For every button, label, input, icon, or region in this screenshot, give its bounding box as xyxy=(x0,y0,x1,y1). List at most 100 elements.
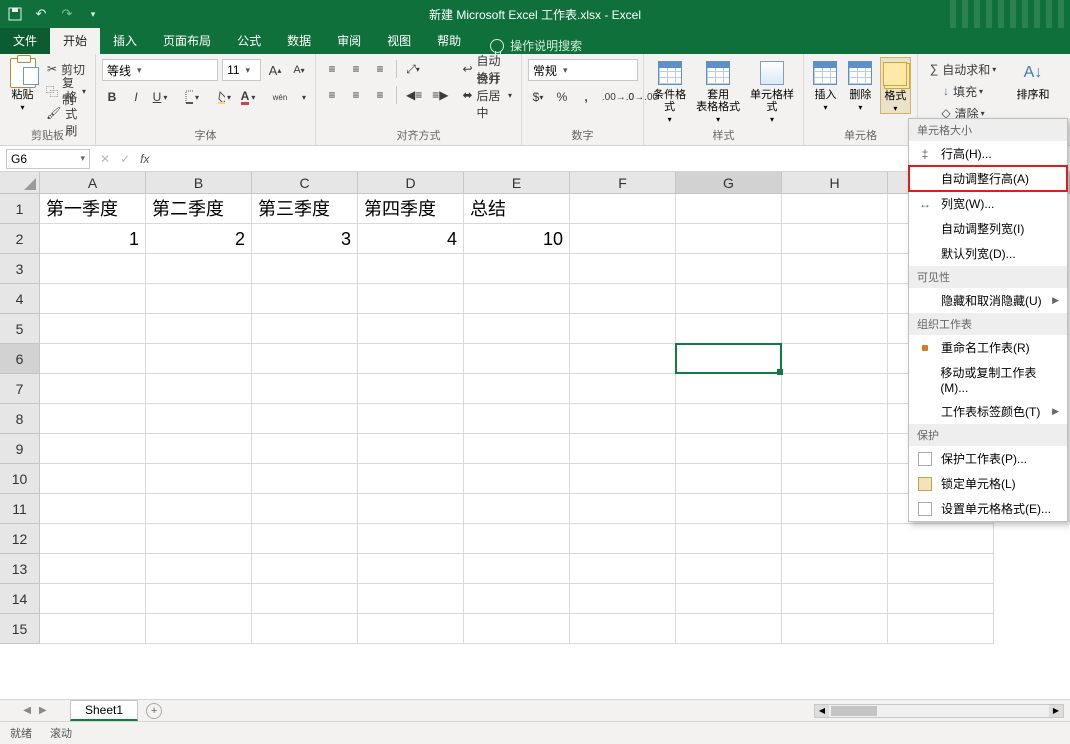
font-name-combo[interactable]: 等线▾ xyxy=(102,59,218,81)
row-header[interactable]: 6 xyxy=(0,344,40,374)
cell[interactable]: 总结 xyxy=(464,194,570,224)
fill-color-button[interactable]: ▾ xyxy=(214,87,234,107)
cell[interactable] xyxy=(358,524,464,554)
column-header[interactable]: A xyxy=(40,172,146,194)
cell[interactable] xyxy=(676,374,782,404)
cell[interactable] xyxy=(252,374,358,404)
scroll-thumb[interactable] xyxy=(831,706,877,716)
cell[interactable] xyxy=(252,254,358,284)
tab-formulas[interactable]: 公式 xyxy=(224,27,274,54)
cell[interactable] xyxy=(464,464,570,494)
row-header[interactable]: 12 xyxy=(0,524,40,554)
cell[interactable] xyxy=(888,554,994,584)
cell[interactable] xyxy=(146,374,252,404)
cell[interactable] xyxy=(358,404,464,434)
cell[interactable] xyxy=(676,314,782,344)
cell[interactable]: 1 xyxy=(40,224,146,254)
cell[interactable] xyxy=(464,584,570,614)
cell[interactable] xyxy=(782,464,888,494)
cell[interactable] xyxy=(358,554,464,584)
orientation-button[interactable]: ⤢▾ xyxy=(403,59,423,79)
decrease-indent-button[interactable]: ◀≡ xyxy=(403,85,425,105)
cell-styles-button[interactable]: 单元格样式▾ xyxy=(747,57,797,124)
tab-help[interactable]: 帮助 xyxy=(424,27,474,54)
row-header[interactable]: 9 xyxy=(0,434,40,464)
cell[interactable] xyxy=(782,554,888,584)
cell[interactable] xyxy=(676,554,782,584)
cell[interactable] xyxy=(676,194,782,224)
row-header[interactable]: 14 xyxy=(0,584,40,614)
cell[interactable] xyxy=(464,254,570,284)
cell[interactable] xyxy=(782,344,888,374)
cell[interactable] xyxy=(40,434,146,464)
italic-button[interactable]: I xyxy=(126,87,146,107)
cell[interactable] xyxy=(570,374,676,404)
cell[interactable] xyxy=(676,494,782,524)
cell[interactable] xyxy=(570,254,676,284)
cell[interactable] xyxy=(40,494,146,524)
cell[interactable] xyxy=(358,584,464,614)
tab-layout[interactable]: 页面布局 xyxy=(150,27,224,54)
cell[interactable] xyxy=(676,224,782,254)
cell[interactable] xyxy=(40,284,146,314)
cell[interactable] xyxy=(676,344,782,374)
phonetic-dd[interactable]: ▾ xyxy=(294,87,314,107)
cell[interactable]: 2 xyxy=(146,224,252,254)
cell[interactable]: 第三季度 xyxy=(252,194,358,224)
cell[interactable] xyxy=(570,554,676,584)
align-right-button[interactable]: ≡ xyxy=(370,85,390,105)
cancel-formula-icon[interactable]: ✕ xyxy=(100,152,110,166)
underline-button[interactable]: U▾ xyxy=(150,87,170,107)
cell[interactable] xyxy=(464,494,570,524)
tab-view[interactable]: 视图 xyxy=(374,27,424,54)
cell[interactable] xyxy=(464,434,570,464)
row-header[interactable]: 7 xyxy=(0,374,40,404)
cell[interactable] xyxy=(146,434,252,464)
conditional-format-button[interactable]: 条件格式▾ xyxy=(650,57,689,124)
font-color-button[interactable]: A▾ xyxy=(238,87,258,107)
cell[interactable] xyxy=(782,494,888,524)
cell[interactable] xyxy=(570,584,676,614)
cell[interactable] xyxy=(570,224,676,254)
cell[interactable] xyxy=(464,554,570,584)
cell[interactable] xyxy=(358,344,464,374)
cell[interactable] xyxy=(252,584,358,614)
cell[interactable] xyxy=(782,314,888,344)
increase-font-button[interactable]: A▴ xyxy=(265,60,285,80)
menu-format-cells[interactable]: 设置单元格格式(E)... xyxy=(909,496,1067,521)
cell[interactable] xyxy=(358,254,464,284)
cell[interactable] xyxy=(358,434,464,464)
tab-file[interactable]: 文件 xyxy=(0,27,50,54)
cell[interactable] xyxy=(358,494,464,524)
scroll-left-icon[interactable]: ◀ xyxy=(815,705,829,717)
cell[interactable] xyxy=(570,434,676,464)
cell[interactable] xyxy=(40,404,146,434)
increase-indent-button[interactable]: ≡▶ xyxy=(429,85,451,105)
cell[interactable] xyxy=(40,554,146,584)
cell[interactable] xyxy=(146,404,252,434)
accounting-button[interactable]: $▾ xyxy=(528,87,548,107)
cell[interactable] xyxy=(252,494,358,524)
cell[interactable] xyxy=(676,404,782,434)
cell[interactable]: 10 xyxy=(464,224,570,254)
phonetic-button[interactable]: wén xyxy=(270,87,290,107)
row-header[interactable]: 13 xyxy=(0,554,40,584)
format-as-table-button[interactable]: 套用 表格格式▾ xyxy=(693,57,743,124)
cell[interactable] xyxy=(676,284,782,314)
row-header[interactable]: 1 xyxy=(0,194,40,224)
cell[interactable] xyxy=(358,614,464,644)
cell[interactable] xyxy=(40,524,146,554)
cell[interactable] xyxy=(570,524,676,554)
cell[interactable] xyxy=(888,584,994,614)
cell[interactable] xyxy=(782,434,888,464)
scroll-right-icon[interactable]: ▶ xyxy=(1049,705,1063,717)
horizontal-scrollbar[interactable]: ◀ ▶ xyxy=(814,704,1064,718)
sheet-nav-prev-icon[interactable]: ◀ xyxy=(23,705,31,716)
menu-default-width[interactable]: 默认列宽(D)... xyxy=(909,241,1067,266)
cell[interactable] xyxy=(782,524,888,554)
cell[interactable] xyxy=(888,614,994,644)
cell[interactable] xyxy=(464,614,570,644)
cell[interactable] xyxy=(464,374,570,404)
cell[interactable]: 第一季度 xyxy=(40,194,146,224)
column-header[interactable]: H xyxy=(782,172,888,194)
